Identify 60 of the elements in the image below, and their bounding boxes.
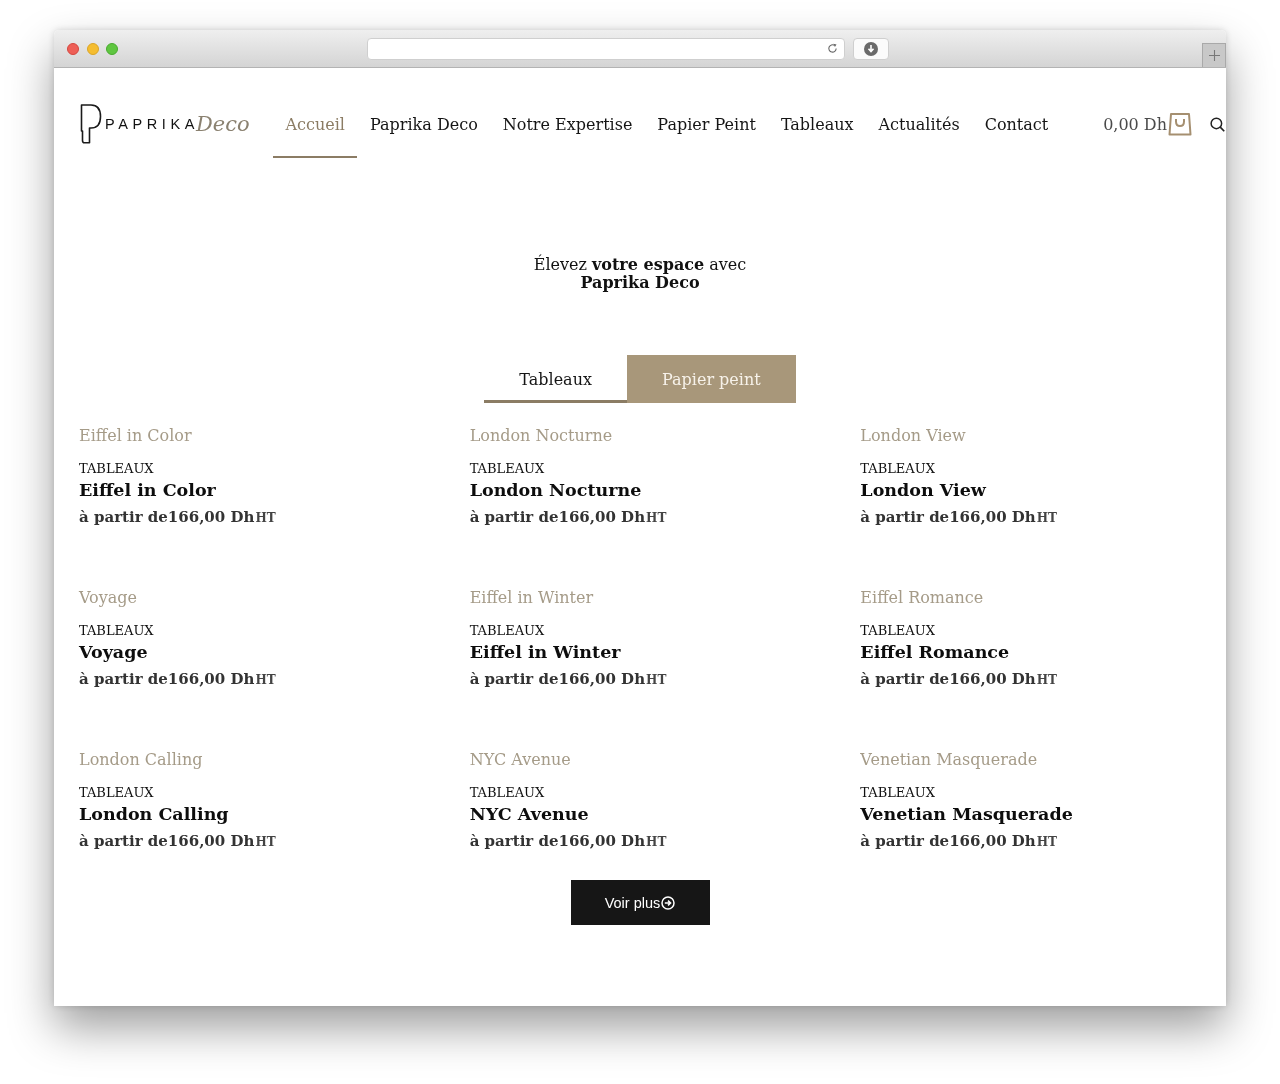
product-price: à partir de166,00 Dh (860, 669, 1036, 690)
product-title[interactable]: NYC Avenue (469, 802, 589, 826)
product-category: TABLEAUX (469, 623, 545, 639)
product-title[interactable]: London Nocturne (469, 478, 642, 502)
nav-link[interactable]: Contact (972, 90, 1061, 158)
price-unit: HT (646, 834, 667, 851)
headline: Élevez votre espace avec Paprika Deco (532, 256, 748, 292)
download-icon (864, 41, 878, 56)
product-price: à partir de166,00 Dh (79, 507, 255, 528)
price-unit: HT (1036, 672, 1057, 689)
price-unit: HT (255, 834, 276, 851)
price-unit: HT (1036, 834, 1057, 851)
window-minimize-icon[interactable] (86, 42, 99, 55)
cart-total[interactable]: 0,00 Dh (1103, 114, 1167, 134)
product-title[interactable]: Eiffel in Color (79, 478, 216, 502)
price-unit: HT (646, 510, 667, 527)
load-more-button[interactable]: Voir plus (570, 880, 710, 925)
nav-link[interactable]: Accueil (273, 90, 358, 158)
download-button[interactable] (853, 37, 889, 60)
price-unit: HT (646, 672, 667, 689)
product-title[interactable]: Eiffel in Winter (469, 640, 621, 664)
price-unit: HT (255, 672, 276, 689)
shopping-bag-icon[interactable] (1168, 112, 1192, 136)
nav-link[interactable]: Notre Expertise (490, 90, 645, 158)
window-zoom-icon[interactable] (106, 42, 118, 55)
product-category: TABLEAUX (79, 461, 154, 477)
product-price: à partir de166,00 Dh (79, 831, 255, 852)
nav-link[interactable]: Papier Peint (644, 90, 769, 158)
product-category: TABLEAUX (79, 623, 154, 639)
product-title[interactable]: London Calling (79, 802, 229, 826)
product-title[interactable]: Eiffel Romance (860, 640, 1010, 664)
nav-link[interactable]: Tableaux (768, 90, 867, 158)
product-price: à partir de166,00 Dh (469, 507, 646, 528)
product-category: TABLEAUX (860, 461, 935, 477)
plus-icon (1208, 50, 1220, 61)
product-price: à partir de166,00 Dh (469, 669, 646, 690)
logo-script[interactable]: Deco (196, 111, 250, 137)
nav-link[interactable]: Paprika Deco (357, 90, 491, 158)
new-tab-button[interactable] (1202, 43, 1226, 67)
product-title[interactable]: Voyage (79, 640, 148, 664)
product-price: à partir de166,00 Dh (860, 507, 1036, 528)
window-close-icon[interactable] (67, 42, 79, 55)
product-price: à partir de166,00 Dh (469, 831, 646, 852)
product-price: à partir de166,00 Dh (79, 669, 255, 690)
product-category: TABLEAUX (860, 785, 935, 801)
product-category: TABLEAUX (860, 623, 935, 639)
product-title[interactable]: London View (860, 478, 986, 502)
search-icon[interactable] (1210, 116, 1225, 132)
address-field[interactable] (367, 37, 845, 60)
product-category: TABLEAUX (469, 785, 545, 801)
product-title[interactable]: Venetian Masquerade (860, 802, 1073, 826)
product-category: TABLEAUX (79, 785, 154, 801)
product-category: TABLEAUX (469, 461, 545, 477)
reload-icon[interactable] (827, 43, 838, 54)
logo-mark-icon[interactable] (80, 104, 102, 144)
price-unit: HT (255, 510, 276, 527)
product-price: à partir de166,00 Dh (860, 831, 1036, 852)
nav-link[interactable]: Actualités (866, 90, 973, 158)
price-unit: HT (1036, 510, 1057, 527)
arrow-circle-icon (661, 895, 676, 910)
